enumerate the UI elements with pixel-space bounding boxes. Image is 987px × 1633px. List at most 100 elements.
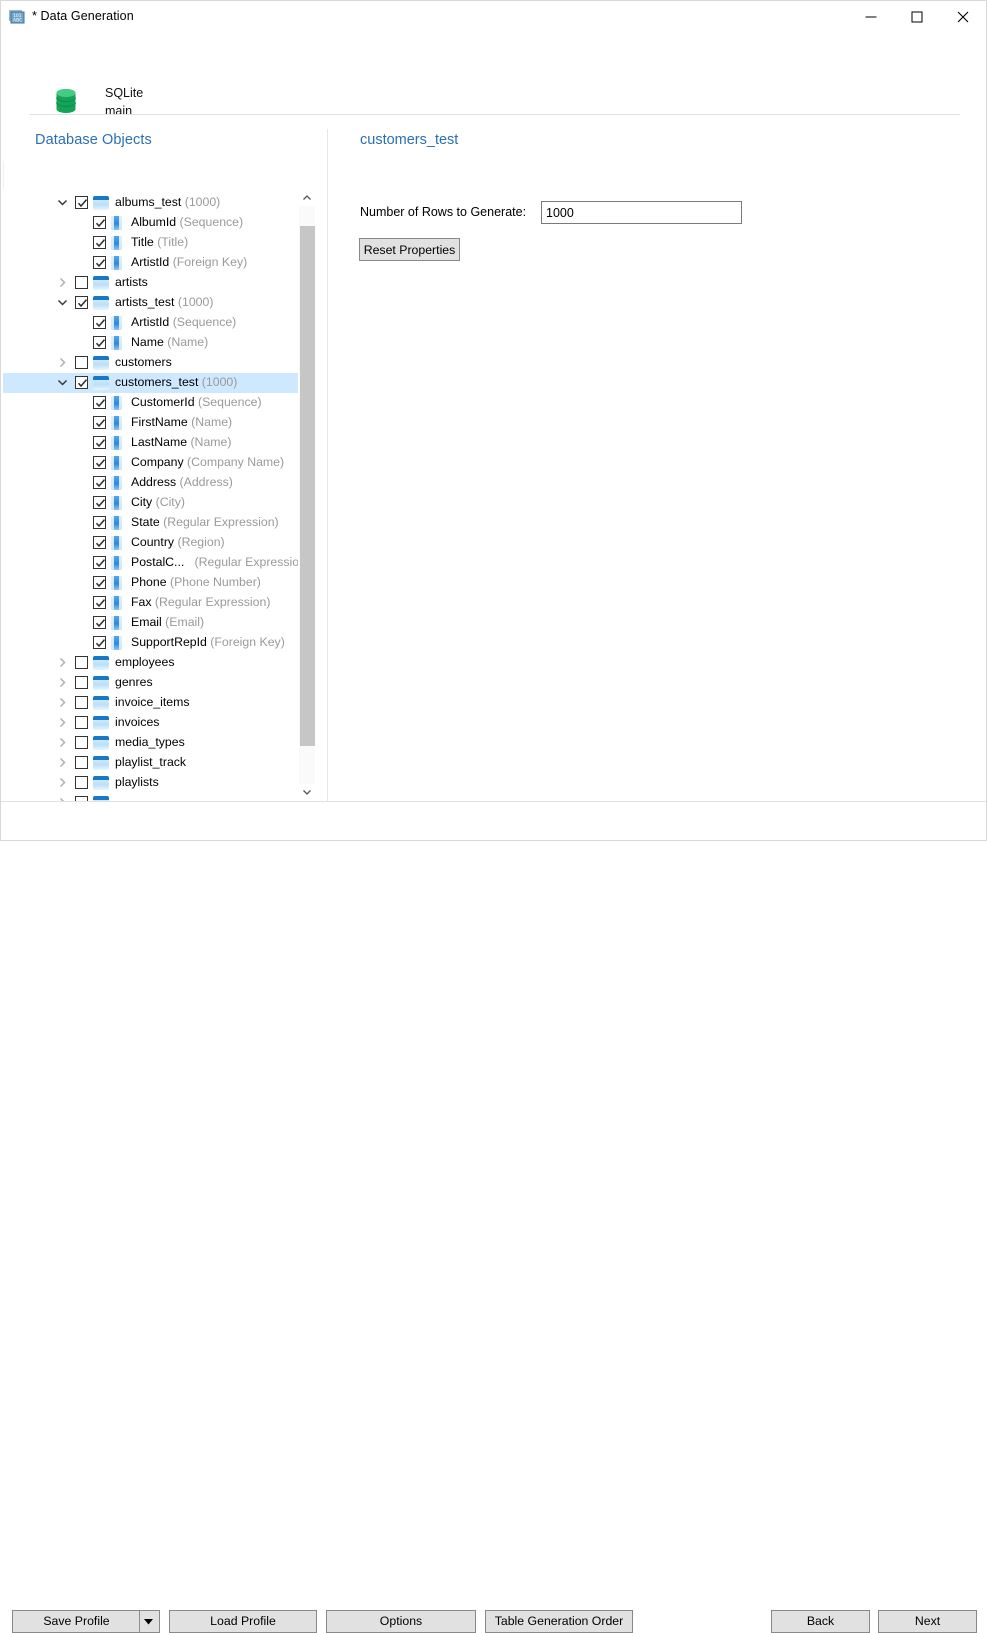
tree-scrollbar[interactable] [298, 189, 315, 801]
tree-item-artists_test[interactable]: artists_test (1000) [3, 293, 299, 313]
checkbox-checked[interactable] [75, 376, 88, 389]
scrollbar-thumb[interactable] [300, 226, 315, 746]
save-profile-button[interactable]: Save Profile [12, 1610, 160, 1633]
database-objects-tree[interactable]: albums_test (1000) AlbumId (Sequence) Titl… [3, 189, 314, 801]
close-button[interactable] [940, 1, 986, 32]
header-separator [29, 114, 960, 115]
tree-item-artists[interactable]: artists [3, 273, 299, 293]
scroll-up-icon[interactable] [299, 189, 315, 206]
tree-item-supportrepid[interactable]: SupportRepId (Foreign Key) [3, 633, 299, 653]
checkbox-unchecked[interactable] [75, 676, 88, 689]
checkbox-checked[interactable] [93, 256, 106, 269]
tree-item-artistid[interactable]: ArtistId (Sequence) [3, 313, 299, 333]
tree-item-state[interactable]: State (Regular Expression) [3, 513, 299, 533]
back-button[interactable]: Back [771, 1610, 870, 1633]
tree-item-phone[interactable]: Phone (Phone Number) [3, 573, 299, 593]
tree-item-artistid[interactable]: ArtistId (Foreign Key) [3, 253, 299, 273]
checkbox-unchecked[interactable] [75, 716, 88, 729]
tree-item-albums_test[interactable]: albums_test (1000) [3, 193, 299, 213]
tree-item-country[interactable]: Country (Region) [3, 533, 299, 553]
checkbox-checked[interactable] [75, 196, 88, 209]
checkbox-checked[interactable] [93, 456, 106, 469]
tree-item-invoice_items[interactable]: invoice_items [3, 693, 299, 713]
checkbox-unchecked[interactable] [75, 656, 88, 669]
chevron-right-icon[interactable] [57, 793, 69, 801]
checkbox-unchecked[interactable] [75, 276, 88, 289]
maximize-button[interactable] [894, 1, 940, 32]
checkbox-checked[interactable] [93, 616, 106, 629]
chevron-right-icon[interactable] [57, 753, 69, 773]
checkbox-checked[interactable] [75, 296, 88, 309]
checkbox-unchecked[interactable] [75, 696, 88, 709]
tree-item-name[interactable]: Name (Name) [3, 333, 299, 353]
chevron-right-icon[interactable] [57, 673, 69, 693]
tree-item-email[interactable]: Email (Email) [3, 613, 299, 633]
checkbox-checked[interactable] [93, 336, 106, 349]
chevron-right-icon[interactable] [57, 353, 69, 373]
tree-item-invoices[interactable]: invoices [3, 713, 299, 733]
checkbox-checked[interactable] [93, 496, 106, 509]
chevron-right-icon[interactable] [57, 653, 69, 673]
checkbox-checked[interactable] [93, 556, 106, 569]
tree-item-title[interactable]: Title (Title) [3, 233, 299, 253]
checkbox-checked[interactable] [93, 436, 106, 449]
chevron-down-icon[interactable] [57, 293, 69, 313]
checkbox-checked[interactable] [93, 316, 106, 329]
tree-item-customerid[interactable]: CustomerId (Sequence) [3, 393, 299, 413]
tree-item-label: Email (Email) [131, 615, 205, 629]
chevron-right-icon[interactable] [57, 733, 69, 753]
checkbox-unchecked[interactable] [75, 756, 88, 769]
next-button[interactable]: Next [878, 1610, 977, 1633]
tree-item-genres[interactable]: genres [3, 673, 299, 693]
reset-properties-button[interactable]: Reset Properties [359, 238, 460, 261]
database-schema-label: main [105, 104, 133, 118]
checkbox-checked[interactable] [93, 636, 106, 649]
footer-bar: Save Profile Load Profile Options Table … [1, 802, 986, 1633]
checkbox-checked[interactable] [93, 516, 106, 529]
scroll-down-icon[interactable] [299, 784, 315, 801]
checkbox-unchecked[interactable] [75, 736, 88, 749]
checkbox-checked[interactable] [93, 396, 106, 409]
tree-item-address[interactable]: Address (Address) [3, 473, 299, 493]
chevron-right-icon[interactable] [57, 773, 69, 793]
minimize-button[interactable] [848, 1, 894, 32]
tree-item-albumid[interactable]: AlbumId (Sequence) [3, 213, 299, 233]
tree-item-postalc-[interactable]: PostalC... (Regular Expression) [3, 553, 310, 573]
checkbox-checked[interactable] [93, 416, 106, 429]
checkbox-checked[interactable] [93, 536, 106, 549]
checkbox-checked[interactable] [93, 596, 106, 609]
tree-item-generator-type: (Regular Expression) [151, 595, 271, 609]
tree-item-customers_test[interactable]: customers_test (1000) [3, 373, 299, 393]
load-profile-button[interactable]: Load Profile [169, 1610, 317, 1633]
tree-item-playlists[interactable]: playlists [3, 773, 299, 793]
tree-item-label: Country (Region) [131, 535, 225, 549]
options-button[interactable]: Options [326, 1610, 476, 1633]
table-generation-order-button[interactable]: Table Generation Order [485, 1610, 633, 1633]
tree-item-playlist_track[interactable]: playlist_track [3, 753, 299, 773]
tree-item-label: artists_test (1000) [115, 295, 214, 309]
tree-item-media_types[interactable]: media_types [3, 733, 299, 753]
chevron-down-icon[interactable] [57, 193, 69, 213]
save-profile-dropdown-arrow-icon[interactable] [139, 1611, 159, 1632]
tree-item-employees[interactable]: employees [3, 653, 299, 673]
tree-item-company[interactable]: Company (Company Name) [3, 453, 299, 473]
checkbox-checked[interactable] [93, 236, 106, 249]
tree-item-firstname[interactable]: FirstName (Name) [3, 413, 299, 433]
rows-to-generate-input[interactable] [541, 201, 742, 224]
chevron-down-icon[interactable] [57, 373, 69, 393]
checkbox-unchecked[interactable] [75, 356, 88, 369]
checkbox-checked[interactable] [93, 576, 106, 589]
tree-item-lastname[interactable]: LastName (Name) [3, 433, 299, 453]
chevron-right-icon[interactable] [57, 713, 69, 733]
checkbox-checked[interactable] [93, 216, 106, 229]
tree-item[interactable] [3, 793, 299, 801]
chevron-right-icon[interactable] [57, 273, 69, 293]
tree-item-customers[interactable]: customers [3, 353, 299, 373]
tree-item-fax[interactable]: Fax (Regular Expression) [3, 593, 299, 613]
tree-item-city[interactable]: City (City) [3, 493, 299, 513]
checkbox-checked[interactable] [93, 476, 106, 489]
chevron-right-icon[interactable] [57, 693, 69, 713]
tree-item-label: media_types [115, 735, 185, 749]
tree-item-generator-type: (Region) [174, 535, 225, 549]
checkbox-unchecked[interactable] [75, 776, 88, 789]
